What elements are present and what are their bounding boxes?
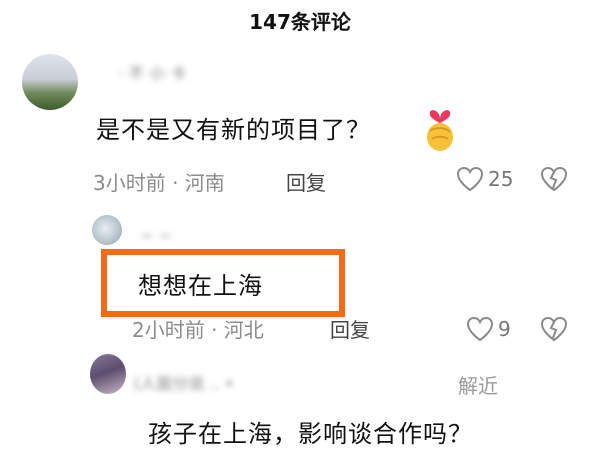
dislike-button[interactable]: [540, 166, 568, 196]
heart-outline-icon: [456, 166, 484, 192]
avatar[interactable]: [92, 215, 122, 245]
comment-author-suffix: 解近: [458, 374, 498, 398]
comments-count-title: 147条评论: [249, 10, 351, 34]
comment-meta: 2小时前 · 河北: [132, 318, 264, 342]
broken-heart-icon: [540, 166, 568, 192]
comment-text: 想想在上海: [138, 272, 263, 300]
comment-text: 孩子在上海，影响谈合作吗？: [148, 420, 473, 448]
comment-meta: 3小时前 · 河南: [93, 171, 225, 195]
comment-author[interactable]: ~ ~: [140, 226, 172, 245]
heart-outline-icon: [466, 316, 494, 342]
reply-button[interactable]: 回复: [330, 314, 370, 343]
broken-heart-icon: [540, 316, 568, 342]
comment-text: 是不是又有新的项目了？: [96, 116, 371, 144]
dislike-button[interactable]: [540, 316, 568, 346]
like-button[interactable]: 25: [456, 166, 513, 192]
avatar[interactable]: [90, 354, 126, 394]
comment-author[interactable]: · 不 小 卡: [118, 60, 186, 84]
avatar[interactable]: [22, 54, 78, 110]
hand-heart-emoji-icon: [418, 101, 462, 157]
reply-button[interactable]: 回复: [286, 167, 326, 196]
comment-author[interactable]: (人面分说 .. •: [134, 370, 234, 394]
like-count: 9: [498, 317, 511, 341]
like-button[interactable]: 9: [466, 316, 511, 342]
like-count: 25: [488, 167, 514, 191]
